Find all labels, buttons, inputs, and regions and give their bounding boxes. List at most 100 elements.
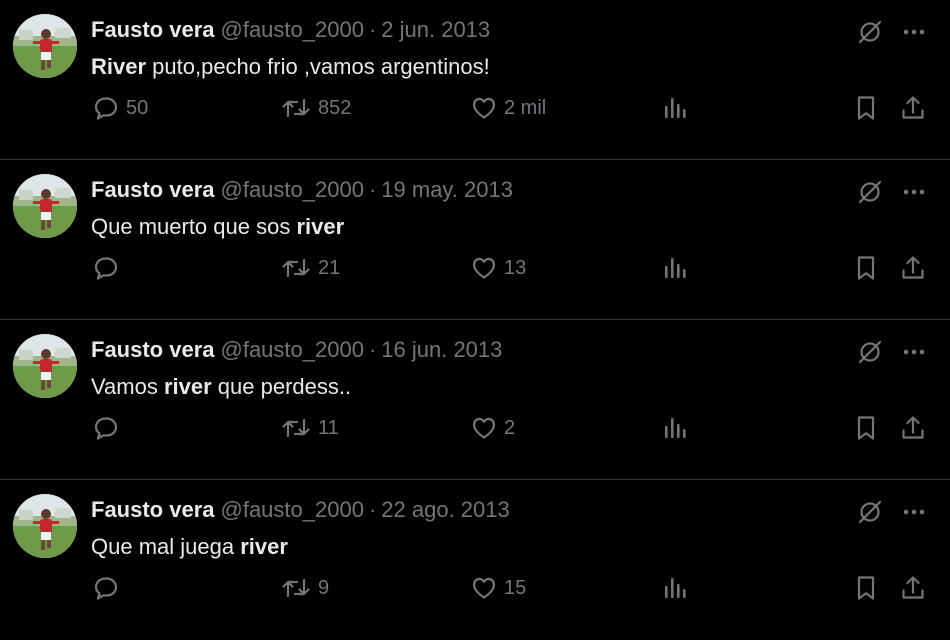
- grok-icon[interactable]: [856, 18, 884, 46]
- like-button[interactable]: 2: [470, 412, 515, 444]
- views-button[interactable]: [661, 412, 689, 444]
- views-icon: [661, 254, 689, 282]
- like-button[interactable]: 13: [470, 252, 526, 284]
- more-icon[interactable]: [900, 178, 928, 206]
- highlighted-word: river: [240, 534, 288, 559]
- author-handle[interactable]: @fausto_2000: [221, 337, 364, 362]
- author-handle[interactable]: @fausto_2000: [221, 497, 364, 522]
- text-segment: Que muerto que sos: [91, 214, 297, 239]
- author-name[interactable]: Fausto vera: [91, 177, 215, 202]
- share-icon: [899, 574, 927, 602]
- avatar[interactable]: [13, 174, 77, 238]
- separator-dot: ·: [368, 497, 377, 522]
- retweet-icon: [280, 254, 312, 282]
- share-icon: [899, 254, 927, 282]
- share-button[interactable]: [899, 252, 927, 284]
- bookmark-icon: [852, 94, 880, 122]
- retweet-button[interactable]: 11: [280, 412, 339, 444]
- more-icon[interactable]: [900, 498, 928, 526]
- views-button[interactable]: [661, 252, 689, 284]
- text-segment: que perdess..: [211, 374, 352, 399]
- share-button[interactable]: [899, 412, 927, 444]
- share-icon: [899, 94, 927, 122]
- heart-icon: [470, 254, 498, 282]
- views-icon: [661, 414, 689, 442]
- retweet-button[interactable]: 21: [280, 252, 340, 284]
- retweet-count: 852: [318, 96, 352, 119]
- views-button[interactable]: [661, 572, 689, 604]
- author-handle[interactable]: @fausto_2000: [221, 177, 364, 202]
- tweet-text: Vamos river que perdess..: [91, 372, 351, 402]
- more-icon[interactable]: [900, 338, 928, 366]
- share-button[interactable]: [899, 572, 927, 604]
- tweet-text: Que muerto que sos river: [91, 212, 344, 242]
- views-icon: [661, 94, 689, 122]
- tweet-actions: 11 2: [0, 412, 950, 444]
- tweet-feed: Fausto vera @fausto_2000 · 2 jun. 2013 Rive…: [0, 0, 950, 618]
- retweet-button[interactable]: 852: [280, 92, 351, 124]
- more-icon[interactable]: [900, 18, 928, 46]
- text-segment: Que mal juega: [91, 534, 241, 559]
- tweet-text: River puto,pecho frio ,vamos argentinos!: [91, 52, 490, 82]
- bookmark-button[interactable]: [852, 252, 880, 284]
- share-icon: [899, 414, 927, 442]
- reply-button[interactable]: [92, 252, 126, 284]
- reply-button[interactable]: 50: [92, 92, 148, 124]
- retweet-icon: [280, 94, 312, 122]
- tweet-header: Fausto vera @fausto_2000 · 19 may. 2013: [91, 176, 513, 204]
- bookmark-icon: [852, 254, 880, 282]
- tweet-actions: 50 852 2 mil: [0, 92, 950, 124]
- retweet-count: 11: [318, 416, 339, 439]
- separator-dot: ·: [368, 17, 377, 42]
- grok-icon[interactable]: [856, 498, 884, 526]
- retweet-icon: [280, 574, 312, 602]
- tweet-date[interactable]: 22 ago. 2013: [381, 497, 509, 522]
- avatar[interactable]: [13, 334, 77, 398]
- avatar[interactable]: [13, 494, 77, 558]
- tweet-date[interactable]: 2 jun. 2013: [381, 17, 490, 42]
- bookmark-button[interactable]: [852, 572, 880, 604]
- retweet-button[interactable]: 9: [280, 572, 329, 604]
- reply-count: 50: [126, 96, 149, 119]
- tweet-date[interactable]: 19 may. 2013: [381, 177, 513, 202]
- reply-button[interactable]: [92, 572, 126, 604]
- heart-icon: [470, 414, 498, 442]
- retweet-icon: [280, 414, 312, 442]
- author-name[interactable]: Fausto vera: [91, 497, 215, 522]
- reply-icon: [92, 414, 120, 442]
- tweet[interactable]: Fausto vera @fausto_2000 · 22 ago. 2013 Que…: [0, 480, 950, 640]
- tweet[interactable]: Fausto vera @fausto_2000 · 19 may. 2013 Que…: [0, 160, 950, 320]
- tweet-date[interactable]: 16 jun. 2013: [381, 337, 502, 362]
- like-count: 2 mil: [504, 96, 547, 119]
- author-name[interactable]: Fausto vera: [91, 17, 215, 42]
- tweet-text: Que mal juega river: [91, 532, 288, 562]
- tweet[interactable]: Fausto vera @fausto_2000 · 16 jun. 2013 Vam…: [0, 320, 950, 480]
- grok-icon[interactable]: [856, 178, 884, 206]
- tweet[interactable]: Fausto vera @fausto_2000 · 2 jun. 2013 Rive…: [0, 0, 950, 160]
- tweet-actions: 9 15: [0, 572, 950, 604]
- reply-icon: [92, 254, 120, 282]
- like-count: 2: [504, 416, 516, 439]
- tweet-header: Fausto vera @fausto_2000 · 16 jun. 2013: [91, 336, 502, 364]
- like-count: 13: [504, 256, 527, 279]
- highlighted-word: river: [163, 374, 212, 399]
- avatar[interactable]: [13, 14, 77, 78]
- views-button[interactable]: [661, 92, 689, 124]
- share-button[interactable]: [899, 92, 927, 124]
- bookmark-button[interactable]: [852, 412, 880, 444]
- author-name[interactable]: Fausto vera: [91, 337, 215, 362]
- like-button[interactable]: 2 mil: [470, 92, 546, 124]
- text-segment: puto,pecho frio ,vamos argentinos!: [146, 54, 490, 79]
- tweet-header: Fausto vera @fausto_2000 · 2 jun. 2013: [91, 16, 490, 44]
- reply-button[interactable]: [92, 412, 126, 444]
- separator-dot: ·: [368, 337, 377, 362]
- tweet-header: Fausto vera @fausto_2000 · 22 ago. 2013: [91, 496, 510, 524]
- author-handle[interactable]: @fausto_2000: [221, 17, 364, 42]
- like-button[interactable]: 15: [470, 572, 526, 604]
- grok-icon[interactable]: [856, 338, 884, 366]
- reply-icon: [92, 574, 120, 602]
- heart-icon: [470, 94, 498, 122]
- text-segment: Vamos: [91, 374, 164, 399]
- bookmark-button[interactable]: [852, 92, 880, 124]
- highlighted-word: River: [91, 54, 147, 79]
